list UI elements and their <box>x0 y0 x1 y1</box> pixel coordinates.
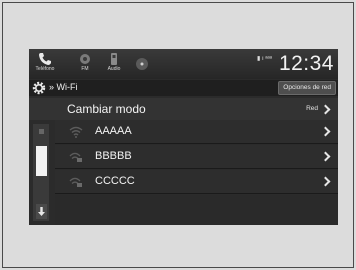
network-row[interactable]: AAAAA <box>55 120 338 144</box>
usb-icon <box>111 53 117 65</box>
status-bar: Teléfono FM Audio ▮ ı ᵃᵃᵃ 12:34 <box>29 49 338 79</box>
chevron-right-icon <box>320 151 331 162</box>
breadcrumb: » Wi-Fi <box>49 82 78 92</box>
chevron-right-icon <box>320 176 331 187</box>
change-mode-value: Red <box>306 105 318 112</box>
network-ssid: BBBBB <box>95 150 132 162</box>
network-options-button[interactable]: Opciones de red <box>278 81 336 95</box>
change-mode-label: Cambiar modo <box>67 102 146 116</box>
network-ssid: CCCCC <box>95 175 135 187</box>
phone-icon <box>39 53 51 65</box>
fm-shortcut[interactable]: FM <box>73 51 97 77</box>
wifi-icon <box>69 126 83 138</box>
chevron-right-icon <box>320 104 331 115</box>
wifi-locked-icon <box>69 152 82 162</box>
scroll-up-indicator[interactable] <box>39 129 44 134</box>
radio-icon <box>80 54 90 64</box>
chevron-right-icon <box>320 126 331 137</box>
list-empty-area <box>55 195 338 225</box>
phone-shortcut[interactable]: Teléfono <box>33 51 57 77</box>
audio-label: Audio <box>107 66 121 72</box>
fm-label: FM <box>81 66 89 72</box>
page-title: Wi-Fi <box>56 82 78 92</box>
clock: 12:34 <box>278 52 334 75</box>
gear-icon[interactable] <box>32 81 46 95</box>
disc-icon <box>136 58 148 70</box>
phone-label: Teléfono <box>35 66 55 72</box>
breadcrumb-chevron-icon: » <box>49 82 57 92</box>
network-row[interactable]: BBBBB <box>55 145 338 169</box>
head-unit-screen: Teléfono FM Audio ▮ ı ᵃᵃᵃ 12:34 » Wi-Fi … <box>29 49 338 225</box>
signal-indicator: ▮ ı ᵃᵃᵃ <box>257 56 272 62</box>
arrow-down-icon <box>38 207 45 216</box>
source-shortcut[interactable] <box>130 51 154 77</box>
scrollbar-thumb[interactable] <box>36 146 47 176</box>
audio-shortcut[interactable]: Audio <box>102 51 126 77</box>
title-bar: » Wi-Fi Opciones de red <box>29 80 338 96</box>
network-ssid: AAAAA <box>95 125 132 137</box>
wifi-locked-icon <box>69 177 82 187</box>
change-mode-row[interactable]: Cambiar modo Red <box>29 98 338 120</box>
network-row[interactable]: CCCCC <box>55 170 338 194</box>
scroll-down-button[interactable] <box>36 204 47 219</box>
